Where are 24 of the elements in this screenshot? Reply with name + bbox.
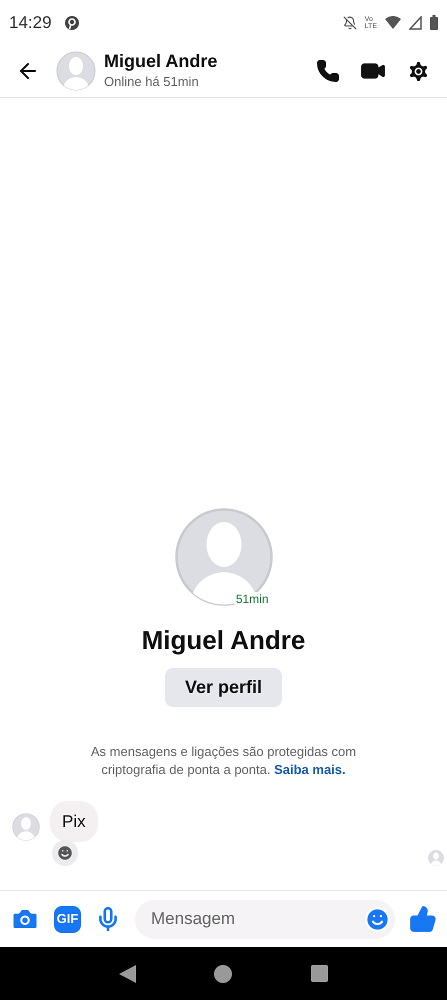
sender-avatar [12,812,40,840]
battery-icon [430,15,438,30]
contact-avatar [56,51,96,91]
contact-status: Online há 51min [104,73,200,92]
home-nav-icon[interactable] [214,964,232,982]
message-bubble: Pix [50,800,98,842]
smiley-icon[interactable] [56,844,74,862]
profile-name: Miguel Andre [142,624,306,656]
pin-logo-icon [64,14,80,30]
recents-nav-icon[interactable] [310,965,328,982]
status-time: 14:29 [9,12,52,34]
message-field[interactable]: Mensagem [135,900,395,938]
like-button[interactable] [409,905,437,933]
back-nav-icon[interactable] [119,964,136,982]
gif-button[interactable]: GIF [54,906,81,932]
encryption-notice: As mensagens e ligações são protegidas com criptografia de ponta a ponta. Saiba mais. [90,742,358,778]
read-receipt-avatar [428,850,444,866]
view-profile-button[interactable]: Ver perfil [164,668,282,706]
contact-name: Miguel Andre [104,50,218,72]
signal-icon [409,16,422,30]
wifi-icon [385,16,401,29]
mute-icon [342,16,357,30]
learn-more-link[interactable]: Saiba mais. [274,762,346,776]
react-button[interactable] [52,840,78,866]
